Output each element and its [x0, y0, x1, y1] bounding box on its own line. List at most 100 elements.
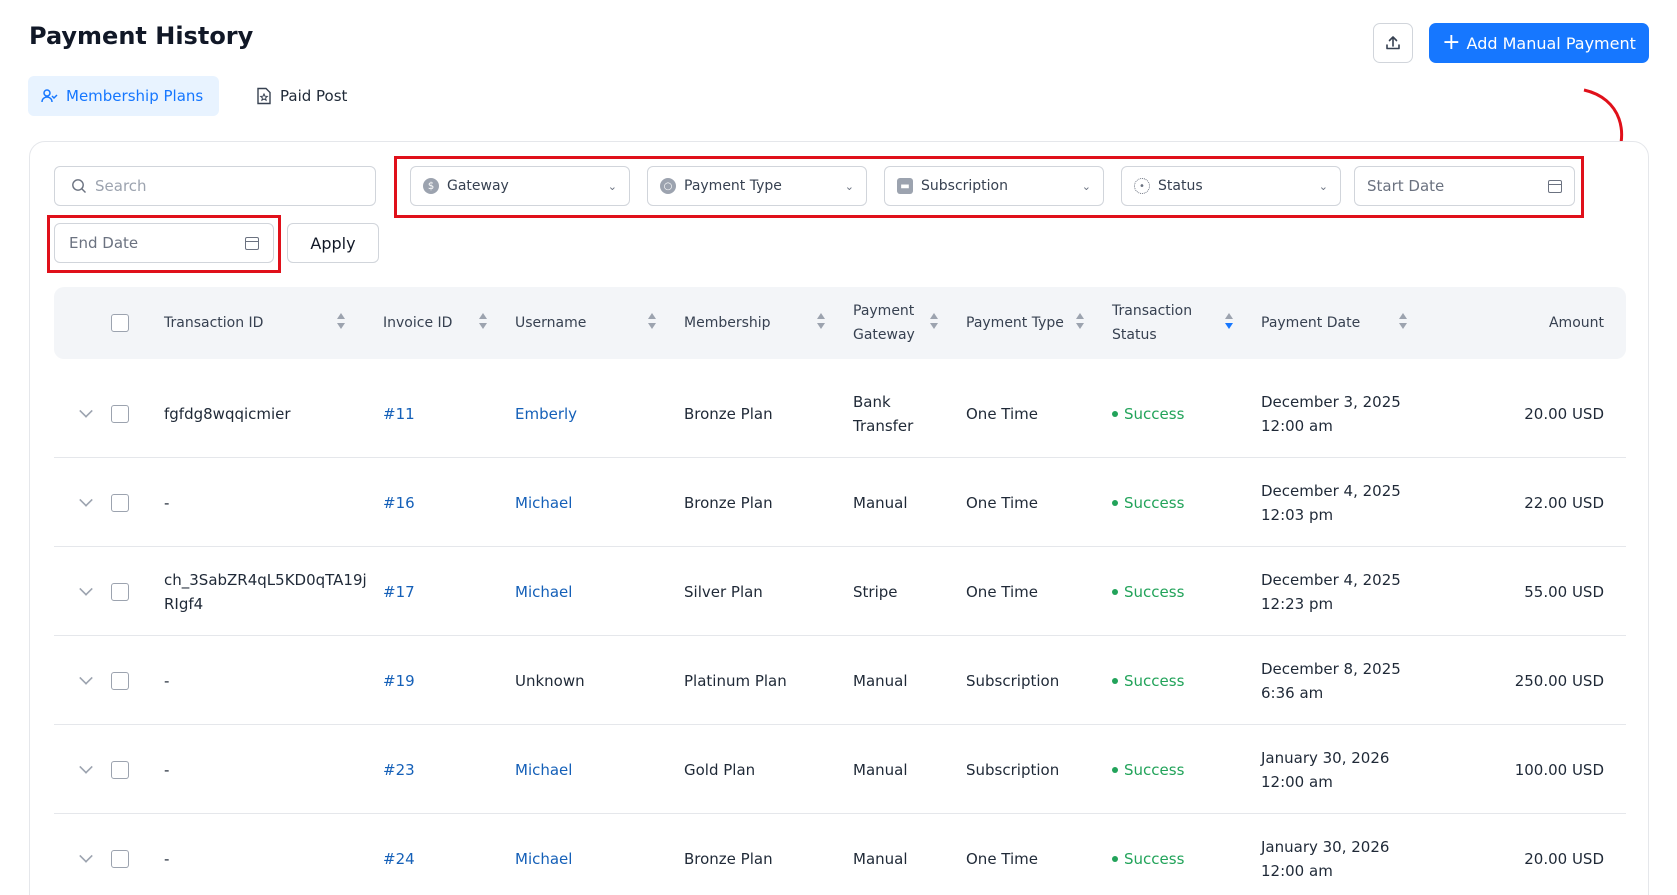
- transaction-id-line1: ch_3SabZR4qL5KD0qTA19j: [164, 570, 367, 589]
- col-transaction-status-line2: Status: [1112, 327, 1157, 343]
- cell-username[interactable]: Michael: [515, 547, 572, 636]
- status-filter[interactable]: • Status ⌄: [1121, 166, 1341, 206]
- export-button[interactable]: [1373, 23, 1413, 63]
- end-date-input[interactable]: End Date: [54, 223, 274, 263]
- row-checkbox[interactable]: [111, 583, 129, 601]
- transaction-id-line1: -: [164, 849, 170, 868]
- cell-transaction-id: -: [164, 636, 169, 725]
- cell-invoice-link[interactable]: #23: [383, 725, 415, 814]
- status-icon: •: [1134, 178, 1150, 194]
- cell-amount: 100.00 USD: [1514, 760, 1604, 779]
- gateway-line1: Manual: [853, 671, 908, 690]
- cell-invoice-link[interactable]: #19: [383, 636, 415, 725]
- search-input[interactable]: Search: [54, 166, 376, 206]
- sort-icon[interactable]: [648, 313, 656, 333]
- payment-time: 6:36 am: [1261, 683, 1324, 702]
- row-checkbox[interactable]: [111, 494, 129, 512]
- cell-status: Success: [1112, 547, 1184, 636]
- search-placeholder: Search: [95, 177, 147, 195]
- sort-icon[interactable]: [817, 313, 825, 333]
- tab-membership-plans[interactable]: Membership Plans: [28, 76, 219, 116]
- row-checkbox[interactable]: [111, 672, 129, 690]
- cell-membership: Gold Plan: [684, 760, 756, 779]
- col-payment-date: Payment Date: [1261, 315, 1361, 331]
- status-badge: Success: [1124, 404, 1185, 423]
- select-all-checkbox[interactable]: [111, 314, 129, 332]
- cell-status: Success: [1112, 369, 1184, 458]
- cell-amount: 22.00 USD: [1524, 493, 1604, 512]
- expand-row-icon[interactable]: [79, 849, 93, 863]
- gateway-filter[interactable]: $ Gateway ⌄: [410, 166, 630, 206]
- cell-amount: 55.00 USD: [1524, 582, 1604, 601]
- apply-button[interactable]: Apply: [287, 223, 379, 263]
- payment-date: December 8, 2025: [1261, 659, 1401, 678]
- expand-row-icon[interactable]: [79, 404, 93, 418]
- cell-status: Success: [1112, 814, 1184, 895]
- upload-icon: [1386, 36, 1400, 50]
- expand-row-icon[interactable]: [79, 760, 93, 774]
- add-manual-payment-button[interactable]: + Add Manual Payment: [1429, 23, 1649, 63]
- status-badge: Success: [1124, 582, 1185, 601]
- chevron-down-icon: ⌄: [1081, 179, 1091, 193]
- col-payment-gateway-line2: Gateway: [853, 327, 915, 343]
- cell-username[interactable]: Michael: [515, 725, 572, 814]
- payment-date: January 30, 2026: [1261, 837, 1390, 856]
- status-dot: [1112, 410, 1118, 417]
- card-icon: ▬: [897, 178, 913, 194]
- tab-paid-post[interactable]: Paid Post: [244, 76, 364, 116]
- cell-invoice-link[interactable]: #17: [383, 547, 415, 636]
- cell-payment-date: December 3, 2025 12:00 am: [1261, 369, 1401, 458]
- table-row: - #24 Michael Bronze Plan Manual One Time Succ…: [54, 814, 1626, 895]
- payment-time: 12:00 am: [1261, 416, 1333, 435]
- sort-icon[interactable]: [337, 313, 345, 333]
- gateway-line1: Manual: [853, 849, 908, 868]
- cell-payment-type: Subscription: [966, 760, 1060, 779]
- cell-amount: 20.00 USD: [1524, 404, 1604, 423]
- col-payment-type: Payment Type: [966, 315, 1064, 331]
- cell-username[interactable]: Michael: [515, 458, 572, 547]
- cell-gateway: Manual: [853, 814, 908, 895]
- payment-type-filter-label: Payment Type: [684, 178, 782, 194]
- page-title: Payment History: [29, 22, 254, 50]
- status-dot: [1112, 499, 1118, 506]
- expand-row-icon[interactable]: [79, 493, 93, 507]
- expand-row-icon[interactable]: [79, 582, 93, 596]
- cell-invoice-link[interactable]: #16: [383, 458, 415, 547]
- transaction-id-line1: -: [164, 671, 170, 690]
- cell-status: Success: [1112, 725, 1184, 814]
- row-checkbox[interactable]: [111, 405, 129, 423]
- cell-transaction-id: -: [164, 458, 169, 547]
- start-date-input[interactable]: Start Date: [1354, 166, 1575, 206]
- row-checkbox[interactable]: [111, 761, 129, 779]
- cell-payment-date: December 4, 2025 12:23 pm: [1261, 547, 1401, 636]
- payment-date: December 4, 2025: [1261, 570, 1401, 589]
- subscription-filter[interactable]: ▬ Subscription ⌄: [884, 166, 1104, 206]
- cell-status: Success: [1112, 458, 1184, 547]
- sort-icon[interactable]: [479, 313, 487, 333]
- expand-row-icon[interactable]: [79, 671, 93, 685]
- cell-transaction-id: -: [164, 814, 169, 895]
- payment-type-filter[interactable]: ○ Payment Type ⌄: [647, 166, 867, 206]
- payment-date: January 30, 2026: [1261, 748, 1390, 767]
- table-row: - #23 Michael Gold Plan Manual Subscription Su…: [54, 725, 1626, 814]
- table-header: Transaction ID Invoice ID Username Membe…: [54, 287, 1626, 359]
- payment-time: 12:00 am: [1261, 772, 1333, 791]
- col-transaction-status-line1: Transaction: [1112, 303, 1193, 319]
- sort-icon[interactable]: [1076, 313, 1084, 333]
- sort-icon[interactable]: [930, 313, 938, 333]
- coin-icon: ○: [660, 178, 676, 194]
- plus-icon: +: [1442, 30, 1461, 55]
- cell-membership: Bronze Plan: [684, 849, 773, 868]
- cell-invoice-link[interactable]: #24: [383, 814, 415, 895]
- cell-invoice-link[interactable]: #11: [383, 369, 415, 458]
- cell-transaction-id: ch_3SabZR4qL5KD0qTA19j RIgf4: [164, 547, 367, 636]
- sort-icon-active[interactable]: [1225, 313, 1233, 333]
- status-dot: [1112, 677, 1118, 684]
- cell-username[interactable]: Michael: [515, 814, 572, 895]
- cell-username[interactable]: Emberly: [515, 369, 577, 458]
- cell-amount: 20.00 USD: [1524, 849, 1604, 868]
- row-checkbox[interactable]: [111, 850, 129, 868]
- cell-amount: 250.00 USD: [1514, 671, 1604, 690]
- sort-icon[interactable]: [1399, 313, 1407, 333]
- cell-status: Success: [1112, 636, 1184, 725]
